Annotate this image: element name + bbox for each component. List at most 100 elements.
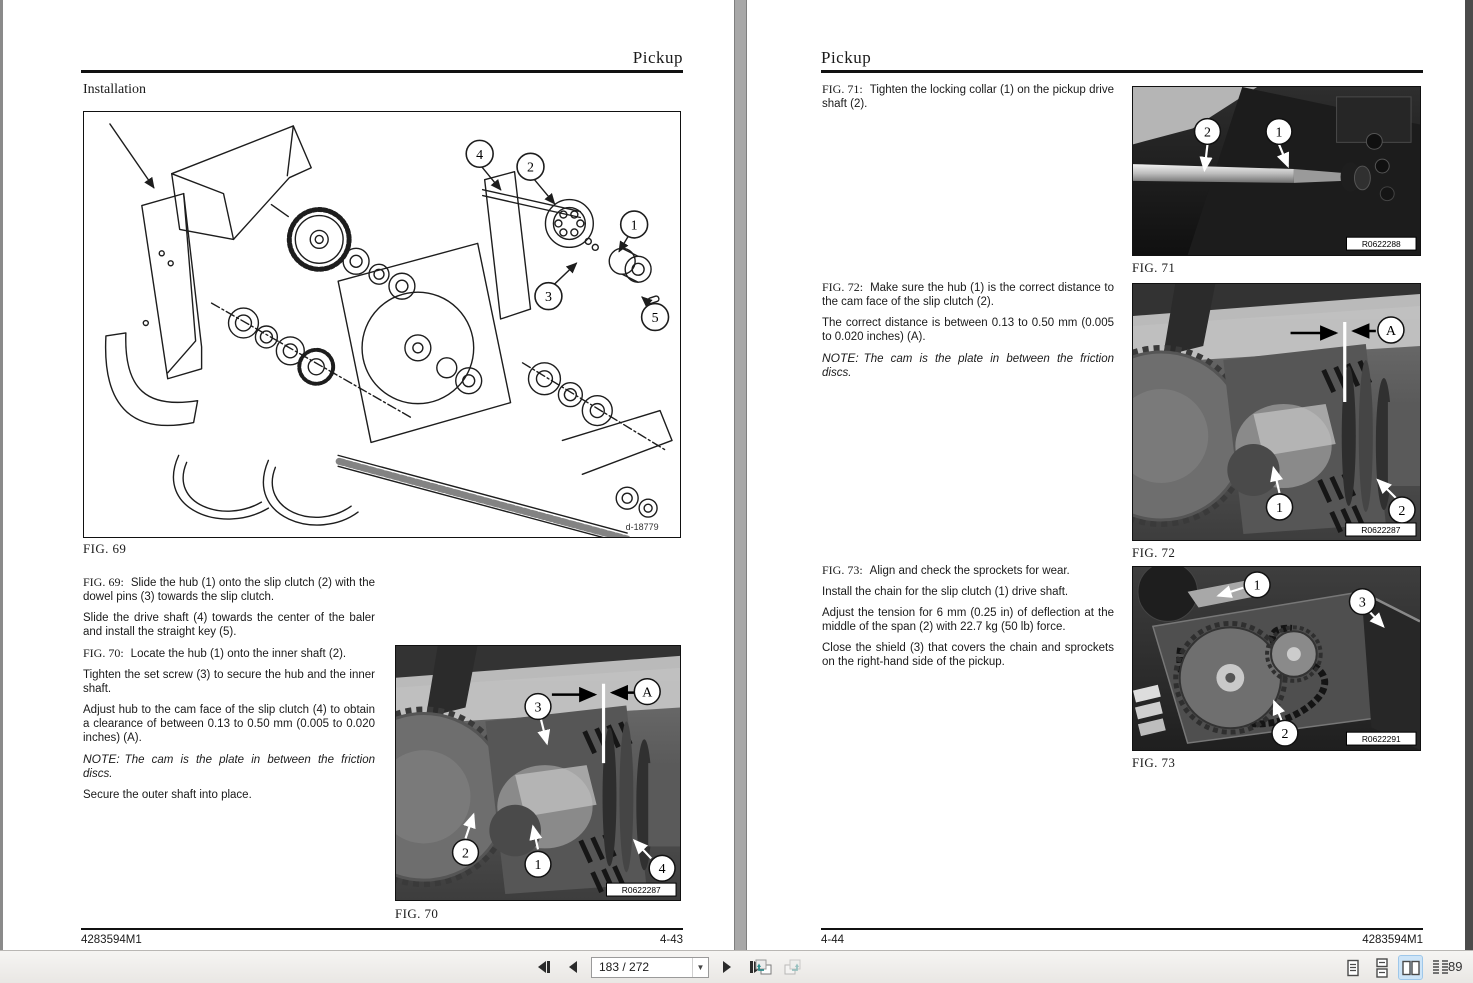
callout-1: 1 bbox=[1276, 501, 1283, 516]
figure-reference: FIG. 72: bbox=[822, 280, 864, 294]
chevron-down-icon[interactable]: ▼ bbox=[692, 957, 708, 977]
paragraph-text: Align and check the sprockets for wear. bbox=[869, 565, 1070, 577]
note-paragraph: NOTE: The cam is the plate in between the… bbox=[822, 351, 1114, 380]
pdf-viewer-window: { "left_page": { "header": "Pickup", "se… bbox=[0, 0, 1473, 983]
paragraph: FIG. 72: Make sure the hub (1) is the cor… bbox=[822, 280, 1114, 309]
figure-reference: FIG. 73: bbox=[822, 563, 863, 577]
figure-72-photo: A 1 2 R0622287 bbox=[1132, 283, 1421, 541]
body-text: FIG. 69: Slide the hub (1) onto the slip … bbox=[83, 575, 375, 809]
figure-code: d-18779 bbox=[626, 522, 659, 532]
document-number: 4283594M1 bbox=[1362, 934, 1423, 946]
chain-sprockets-photo: 1 3 2 R0622291 bbox=[1133, 567, 1420, 750]
callout-3: 3 bbox=[535, 700, 542, 715]
page-header: Pickup bbox=[632, 48, 683, 67]
page-gap bbox=[734, 0, 747, 950]
document-page-right: Pickup FIG. 71: Tighten the locking colla… bbox=[747, 0, 1465, 950]
continuous-page-icon bbox=[1375, 957, 1388, 978]
callout-1: 1 bbox=[1276, 124, 1283, 139]
paragraph-text: Make sure the hub (1) is the correct dis… bbox=[822, 282, 1115, 308]
page-footer: 4283594M1 4-43 bbox=[81, 928, 683, 946]
paragraph: Secure the outer shaft into place. bbox=[83, 788, 375, 802]
previous-page-button[interactable] bbox=[562, 956, 584, 978]
photo-code: R0622288 bbox=[1362, 239, 1401, 249]
figure-73-caption: FIG. 73 bbox=[1132, 755, 1176, 770]
previous-page-icon bbox=[569, 961, 577, 973]
page-navigation: 183 / 272 ▼ bbox=[533, 956, 767, 978]
previous-view-icon bbox=[755, 959, 772, 975]
exploded-view-drawing: 4 2 1 3 5 d-18779 bbox=[104, 123, 673, 537]
next-view-icon bbox=[784, 959, 801, 975]
figure-73-photo: 1 3 2 R0622291 bbox=[1132, 566, 1421, 751]
page-number: 4-43 bbox=[659, 934, 683, 946]
body-text: FIG. 71: Tighten the locking collar (1) o… bbox=[822, 82, 1114, 118]
figure-69-caption: FIG. 69 bbox=[83, 541, 127, 556]
single-page-icon bbox=[1346, 959, 1359, 976]
viewer-right-edge bbox=[1465, 0, 1473, 950]
single-page-layout-button[interactable] bbox=[1341, 956, 1364, 979]
header-rule bbox=[81, 70, 683, 73]
note-paragraph: NOTE: The cam is the plate in between the… bbox=[83, 752, 375, 781]
note-label: NOTE: bbox=[83, 752, 120, 766]
paragraph-text: Adjust hub to the cam face of the slip c… bbox=[83, 704, 375, 744]
callout-4: 4 bbox=[659, 862, 666, 877]
paragraph-text: Tighten the locking collar (1) on the pi… bbox=[822, 84, 1114, 110]
callout-2: 2 bbox=[462, 846, 469, 861]
paragraph-text: The cam is the plate in between the fric… bbox=[83, 754, 375, 780]
view-history bbox=[752, 956, 804, 978]
callout-4: 4 bbox=[476, 148, 483, 163]
figure-71-photo: 2 1 R0622288 bbox=[1132, 86, 1421, 256]
callout-1: 1 bbox=[631, 218, 638, 233]
callout-5: 5 bbox=[652, 311, 659, 326]
paragraph: FIG. 69: Slide the hub (1) onto the slip … bbox=[83, 575, 375, 604]
paragraph: Adjust the tension for 6 mm (0.25 in) of… bbox=[822, 606, 1114, 634]
paragraph: Adjust hub to the cam face of the slip c… bbox=[83, 703, 375, 745]
paragraph: Tighten the set screw (3) to secure the … bbox=[83, 668, 375, 696]
page-number-input[interactable]: 183 / 272 ▼ bbox=[591, 956, 709, 978]
note-label: NOTE: bbox=[822, 351, 859, 365]
document-number: 4283594M1 bbox=[81, 934, 142, 946]
document-page-left: Pickup Installation 4 2 1 3 5 d-18779 FI… bbox=[3, 0, 734, 950]
next-page-button[interactable] bbox=[716, 956, 738, 978]
paragraph-text: Adjust the tension for 6 mm (0.25 in) of… bbox=[822, 607, 1114, 633]
callout-2: 2 bbox=[527, 161, 534, 176]
page-footer: 4-44 4283594M1 bbox=[821, 928, 1423, 946]
body-text: FIG. 72: Make sure the hub (1) is the cor… bbox=[822, 280, 1114, 387]
paragraph: Close the shield (3) that covers the cha… bbox=[822, 641, 1114, 669]
paragraph: FIG. 71: Tighten the locking collar (1) o… bbox=[822, 82, 1114, 111]
callout-2: 2 bbox=[1398, 504, 1405, 519]
callout-2: 2 bbox=[1281, 727, 1288, 742]
photo-code: R0622291 bbox=[1362, 734, 1401, 744]
paragraph-text: Close the shield (3) that covers the cha… bbox=[822, 642, 1114, 668]
figure-reference: FIG. 71: bbox=[822, 82, 863, 96]
paragraph-text: Secure the outer shaft into place. bbox=[83, 789, 252, 801]
callout-2: 2 bbox=[1204, 124, 1211, 139]
figure-reference: FIG. 70: bbox=[83, 646, 124, 660]
photo-code: R0622287 bbox=[1361, 525, 1401, 535]
callout-1: 1 bbox=[1254, 579, 1261, 594]
paragraph-text: Tighten the set screw (3) to secure the … bbox=[83, 669, 375, 695]
paragraph: Slide the drive shaft (4) towards the ce… bbox=[83, 611, 375, 639]
page-number-value: 183 / 272 bbox=[599, 960, 650, 974]
paragraph-text: Slide the hub (1) onto the slip clutch (… bbox=[83, 577, 376, 603]
section-title: Installation bbox=[83, 82, 146, 97]
first-page-icon bbox=[538, 961, 550, 973]
viewer-toolbar: 183 / 272 ▼ 89 bbox=[0, 950, 1473, 983]
paragraph: FIG. 73: Align and check the sprockets fo… bbox=[822, 563, 1114, 578]
paragraph-text: Slide the drive shaft (4) towards the ce… bbox=[83, 612, 375, 638]
body-text: FIG. 73: Align and check the sprockets fo… bbox=[822, 563, 1114, 676]
header-rule bbox=[821, 70, 1423, 73]
paragraph: FIG. 70: Locate the hub (1) onto the inne… bbox=[83, 646, 375, 661]
facing-pages-layout-button[interactable] bbox=[1398, 955, 1423, 980]
first-page-button[interactable] bbox=[533, 956, 555, 978]
facing-pages-icon bbox=[1401, 960, 1420, 975]
zoom-level-value: 89 bbox=[1448, 959, 1463, 974]
figure-reference: FIG. 69: bbox=[83, 575, 124, 589]
facing-continuous-icon bbox=[1432, 959, 1448, 974]
continuous-layout-button[interactable] bbox=[1370, 956, 1393, 979]
photo-code: R0622287 bbox=[622, 885, 661, 895]
callout-3: 3 bbox=[1359, 596, 1366, 611]
next-view-button[interactable] bbox=[782, 956, 804, 978]
paragraph: The correct distance is between 0.13 to … bbox=[822, 316, 1114, 344]
paragraph-text: Install the chain for the slip clutch (1… bbox=[822, 586, 1069, 598]
previous-view-button[interactable] bbox=[752, 956, 774, 978]
